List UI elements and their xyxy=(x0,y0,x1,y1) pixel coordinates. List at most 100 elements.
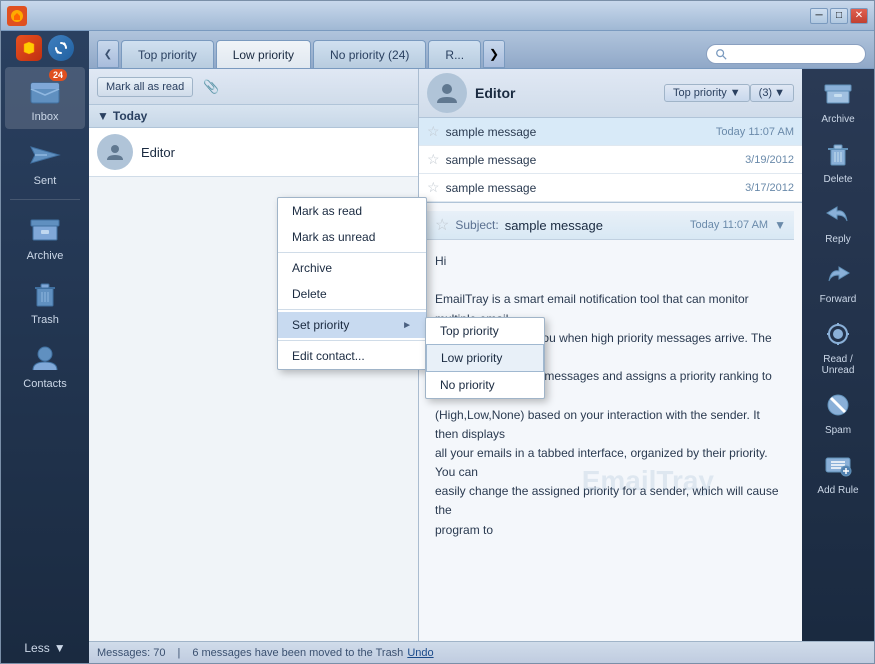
email-sender-0: Editor xyxy=(141,145,175,160)
subject-label: Subject: xyxy=(455,218,498,232)
msg-expand-icon[interactable]: ▼ xyxy=(774,218,786,232)
msg-subject-1: sample message xyxy=(446,153,746,167)
sidebar-item-inbox[interactable]: 24 Inbox xyxy=(5,67,85,129)
tab-bar: ❮ Top priority Low priority No priority … xyxy=(89,31,874,69)
archive-label: Archive xyxy=(27,250,64,262)
contact-avatar xyxy=(427,73,467,113)
spam-action-icon xyxy=(823,390,853,423)
submenu-no-priority[interactable]: No priority xyxy=(426,372,544,398)
undo-link[interactable]: Undo xyxy=(407,647,433,659)
sidebar-item-trash[interactable]: Trash xyxy=(5,270,85,332)
tab-no-priority[interactable]: No priority (24) xyxy=(313,40,426,68)
status-separator: | xyxy=(177,647,180,659)
archive-action-button[interactable]: Archive xyxy=(805,73,871,131)
active-star-icon[interactable]: ☆ xyxy=(435,215,449,235)
read-unread-action-label: Read / Unread xyxy=(822,354,855,376)
add-rule-action-button[interactable]: Add Rule xyxy=(805,444,871,502)
message-content: ☆ Subject: sample message Today 11:07 AM… xyxy=(419,203,802,641)
mark-all-read-label: Mark all as read xyxy=(106,81,184,93)
context-menu-mark-unread[interactable]: Mark as unread xyxy=(278,224,426,250)
forward-action-icon xyxy=(823,259,853,292)
context-menu-separator-1 xyxy=(278,252,426,253)
less-label: Less xyxy=(24,641,49,655)
delete-action-icon xyxy=(823,139,853,172)
sent-icon xyxy=(27,137,63,173)
context-menu-separator-2 xyxy=(278,309,426,310)
star-icon-0[interactable]: ☆ xyxy=(427,123,440,140)
msg-subject-2: sample message xyxy=(446,181,746,195)
refresh-button[interactable] xyxy=(48,35,74,61)
email-list-toolbar: Mark all as read 📎 xyxy=(89,69,418,105)
message-row-2[interactable]: ☆ sample message 3/17/2012 xyxy=(419,174,802,202)
sidebar-item-contacts[interactable]: Contacts xyxy=(5,334,85,396)
archive-icon xyxy=(27,212,63,248)
context-menu-mark-read[interactable]: Mark as read xyxy=(278,198,426,224)
tab-prev-button[interactable]: ❮ xyxy=(97,40,119,68)
msg-date-1: 3/19/2012 xyxy=(745,154,794,166)
context-menu-set-priority[interactable]: Set priority ► xyxy=(278,312,426,338)
email-item-0[interactable]: Editor xyxy=(89,128,418,177)
context-menu-edit-contact[interactable]: Edit contact... xyxy=(278,343,426,369)
statusbar: Messages: 70 | 6 messages have been move… xyxy=(89,641,874,663)
mark-all-read-button[interactable]: Mark all as read xyxy=(97,77,193,97)
context-menu: Mark as read Mark as unread Archive Dele… xyxy=(277,197,427,370)
spam-action-button[interactable]: Spam xyxy=(805,384,871,442)
delete-action-label: Delete xyxy=(824,174,853,185)
reply-action-label: Reply xyxy=(825,234,851,245)
group-collapse-icon[interactable]: ▼ xyxy=(97,109,109,123)
context-menu-separator-3 xyxy=(278,340,426,341)
context-menu-delete[interactable]: Delete xyxy=(278,281,426,307)
priority-submenu: Top priority Low priority No priority xyxy=(425,317,545,399)
reply-action-button[interactable]: Reply xyxy=(805,193,871,251)
reply-action-icon xyxy=(823,199,853,232)
context-menu-archive[interactable]: Archive xyxy=(278,255,426,281)
submenu-arrow-icon: ► xyxy=(402,320,412,331)
star-icon-1[interactable]: ☆ xyxy=(427,151,440,168)
tab-top-priority[interactable]: Top priority xyxy=(121,40,214,68)
titlebar: ─ □ ✕ xyxy=(1,1,874,31)
message-header-bar: ☆ Subject: sample message Today 11:07 AM… xyxy=(427,211,794,240)
tab-r[interactable]: R... xyxy=(428,40,481,68)
submenu-top-priority[interactable]: Top priority xyxy=(426,318,544,344)
star-icon-2[interactable]: ☆ xyxy=(427,179,440,196)
active-subject: sample message xyxy=(505,218,690,233)
group-header-label: Today xyxy=(113,109,147,123)
submenu-low-priority[interactable]: Low priority xyxy=(426,344,544,372)
maximize-button[interactable]: □ xyxy=(830,8,848,24)
contact-name: Editor xyxy=(475,85,664,101)
main-layout: 24 Inbox Sent xyxy=(1,31,874,663)
read-unread-action-button[interactable]: Read / Unread xyxy=(805,313,871,382)
less-button[interactable]: Less ▼ xyxy=(5,637,85,659)
minimize-button[interactable]: ─ xyxy=(810,8,828,24)
tab-more-button[interactable]: ❯ xyxy=(483,40,505,68)
forward-action-button[interactable]: Forward xyxy=(805,253,871,311)
titlebar-left xyxy=(7,6,27,26)
message-count[interactable]: (3) ▼ xyxy=(750,84,794,102)
message-row-1[interactable]: ☆ sample message 3/19/2012 xyxy=(419,146,802,174)
search-input[interactable] xyxy=(727,48,857,60)
archive-action-icon xyxy=(823,79,853,112)
inbox-icon: 24 xyxy=(27,73,63,109)
sidebar-item-archive[interactable]: Archive xyxy=(5,206,85,268)
main-window: ─ □ ✕ xyxy=(0,0,875,664)
sidebar: 24 Inbox Sent xyxy=(1,31,89,663)
search-icon xyxy=(715,47,727,61)
priority-dropdown[interactable]: Top priority ▼ xyxy=(664,84,750,102)
message-list-header: Editor Top priority ▼ (3) ▼ xyxy=(419,69,802,118)
delete-action-button[interactable]: Delete xyxy=(805,133,871,191)
less-arrow-icon: ▼ xyxy=(54,641,66,655)
tab-low-priority[interactable]: Low priority xyxy=(216,40,311,68)
archive-action-label: Archive xyxy=(821,114,854,125)
sidebar-item-sent[interactable]: Sent xyxy=(5,131,85,193)
panels: Mark all as read 📎 ▼ Today Editor xyxy=(89,69,874,641)
titlebar-buttons: ─ □ ✕ xyxy=(810,8,868,24)
contacts-label: Contacts xyxy=(23,378,66,390)
trash-label: Trash xyxy=(31,314,59,326)
inbox-badge: 24 xyxy=(49,69,67,81)
logo-icon xyxy=(16,35,42,61)
count-expand-icon: ▼ xyxy=(774,87,785,99)
close-button[interactable]: ✕ xyxy=(850,8,868,24)
add-rule-action-icon xyxy=(823,450,853,483)
message-row-0[interactable]: ☆ sample message Today 11:07 AM xyxy=(419,118,802,146)
tab-more-icon: ❯ xyxy=(489,47,499,61)
